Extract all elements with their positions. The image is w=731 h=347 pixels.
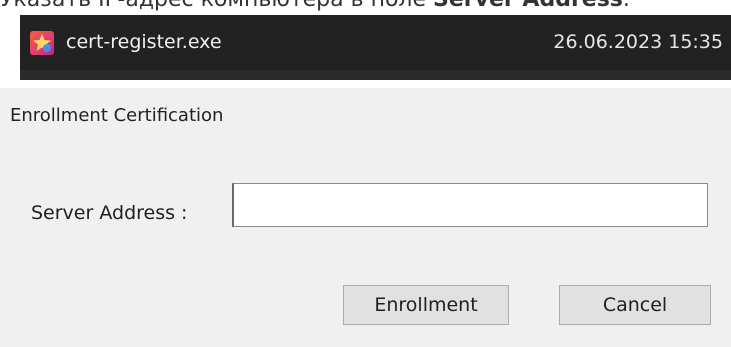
screenshot-root: Указать IP-адрес компьютера в поле Serve… [0,0,731,347]
file-name: cert-register.exe [66,31,222,53]
server-address-label: Server Address : [31,202,188,224]
app-icon-glyph [33,34,51,52]
dialog-title: Enrollment Certification [10,105,224,126]
enrollment-button[interactable]: Enrollment [343,285,509,325]
file-list-row[interactable]: cert-register.exe 26.06.2023 15:35 [20,15,731,80]
caption-bold-text: Server Address [433,0,623,12]
cancel-button[interactable]: Cancel [559,285,711,325]
dialog-title-bar[interactable]: Enrollment Certification [0,88,731,145]
caption-text: Указать IP-адрес компьютера в поле [0,0,433,12]
app-icon [30,31,54,55]
enrollment-dialog: Enrollment Certification Server Address … [0,88,731,347]
caption-period: . [623,0,630,12]
server-address-input[interactable] [232,183,708,227]
instruction-caption: Указать IP-адрес компьютера в поле Serve… [0,0,731,14]
file-row-divider [20,70,731,80]
file-modified-date: 26.06.2023 15:35 [553,31,723,53]
dialog-body: Server Address : Enrollment Cancel [10,145,731,347]
